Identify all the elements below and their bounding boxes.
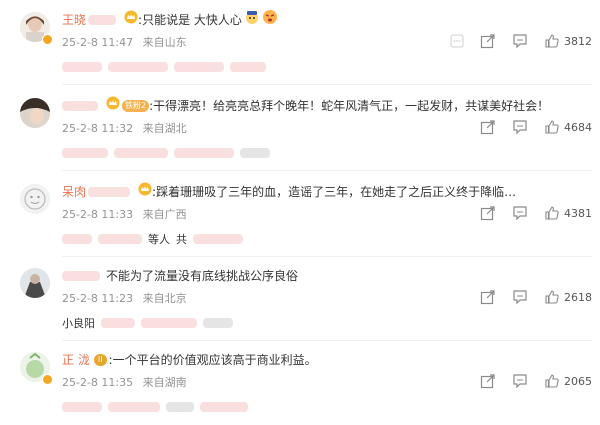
comment-item: 正 泷 II : 一个平台的价值观应该高于商业利益。 25-2-8 11:35 … bbox=[0, 340, 600, 425]
like-button[interactable]: 4684 bbox=[544, 119, 592, 135]
comment-item: 呆肉 : 踩着珊珊吸了三年的血，造谣了三年，在她走了之后正义终于降临… 25-2… bbox=[0, 172, 600, 257]
reply-summary[interactable] bbox=[62, 60, 272, 74]
avatar[interactable] bbox=[20, 98, 50, 128]
comment-date: 25-2-8 11:35 bbox=[62, 376, 134, 389]
comment-actions: 4684 bbox=[464, 118, 592, 136]
more-icon[interactable] bbox=[450, 34, 464, 48]
avatar[interactable] bbox=[20, 268, 50, 298]
share-icon[interactable] bbox=[480, 373, 496, 389]
comment-text: 一个平台的价值观应该高于商业利益。 bbox=[112, 353, 317, 367]
like-count: 4381 bbox=[564, 206, 592, 220]
comment-item: 不能为了流量没有底线挑战公序良俗 25-2-8 11:23 来自北京 2618 … bbox=[0, 256, 600, 341]
like-count: 2618 bbox=[564, 290, 592, 304]
like-count: 3812 bbox=[564, 34, 592, 48]
reply-summary[interactable] bbox=[62, 400, 254, 414]
comment-line: 铁粉2 : 干得漂亮！给亮亮总拜个晚年！蛇年风清气正，一起发财，共谋美好社会！ bbox=[62, 96, 549, 116]
comment-actions: 4381 bbox=[464, 204, 592, 222]
comment-meta: 25-2-8 11:47 来自山东 bbox=[62, 34, 187, 50]
avatar[interactable] bbox=[20, 184, 50, 214]
username-redacted bbox=[88, 187, 131, 197]
crown-icon bbox=[124, 10, 138, 30]
comment-icon[interactable] bbox=[512, 373, 528, 389]
comment-actions: 3812 bbox=[434, 32, 592, 50]
like-button[interactable]: 3812 bbox=[544, 33, 592, 49]
comment-text: 只能说是 大快人心 bbox=[142, 13, 242, 27]
username-redacted bbox=[88, 15, 117, 25]
comment-item: 王晓 : 只能说是 大快人心 25-2-8 11:47 来自山东 3812 bbox=[0, 0, 600, 85]
comment-date: 25-2-8 11:33 bbox=[62, 208, 134, 221]
comment-location: 来自湖南 bbox=[142, 376, 187, 389]
comment-line: 正 泷 II : 一个平台的价值观应该高于商业利益。 bbox=[62, 350, 317, 370]
username[interactable]: 呆肉 bbox=[62, 182, 86, 202]
crown-icon bbox=[106, 96, 120, 116]
comment-date: 25-2-8 11:47 bbox=[62, 36, 134, 49]
comment-meta: 25-2-8 11:32 来自湖北 bbox=[62, 120, 187, 136]
comment-icon[interactable] bbox=[512, 119, 528, 135]
comment-text: 干得漂亮！给亮亮总拜个晚年！蛇年风清气正，一起发财，共谋美好社会！ bbox=[153, 99, 550, 113]
comment-icon[interactable] bbox=[512, 205, 528, 221]
verified-badge-icon bbox=[42, 374, 53, 385]
like-button[interactable]: 2618 bbox=[544, 289, 592, 305]
thumb-up-icon bbox=[545, 34, 559, 48]
share-icon[interactable] bbox=[480, 205, 496, 221]
username-redacted bbox=[62, 271, 100, 281]
comment-icon[interactable] bbox=[512, 33, 528, 49]
crown-icon bbox=[138, 182, 152, 202]
comment-location: 来自广西 bbox=[142, 208, 187, 221]
thumb-up-icon bbox=[545, 374, 559, 388]
comment-item: 铁粉2 : 干得漂亮！给亮亮总拜个晚年！蛇年风清气正，一起发财，共谋美好社会！ … bbox=[0, 86, 600, 171]
comment-location: 来自北京 bbox=[142, 292, 187, 305]
comment-location: 来自山东 bbox=[142, 36, 187, 49]
username[interactable]: 正 泷 bbox=[62, 350, 90, 370]
level-badge: II bbox=[93, 354, 107, 366]
angry-emoji-icon bbox=[262, 9, 278, 31]
thumb-up-icon bbox=[545, 290, 559, 304]
like-count: 4684 bbox=[564, 120, 592, 134]
comment-line: 不能为了流量没有底线挑战公序良俗 bbox=[62, 266, 298, 286]
comment-actions: 2618 bbox=[464, 288, 592, 306]
reply-summary[interactable] bbox=[62, 146, 276, 160]
reply-summary[interactable]: 小良阳 bbox=[62, 316, 239, 330]
thumb-up-icon bbox=[545, 120, 559, 134]
like-button[interactable]: 4381 bbox=[544, 205, 592, 221]
comment-line: 呆肉 : 踩着珊珊吸了三年的血，造谣了三年，在她走了之后正义终于降临… bbox=[62, 182, 516, 202]
comment-meta: 25-2-8 11:35 来自湖南 bbox=[62, 374, 187, 390]
like-button[interactable]: 2065 bbox=[544, 373, 592, 389]
share-icon[interactable] bbox=[480, 33, 496, 49]
share-icon[interactable] bbox=[480, 289, 496, 305]
verified-badge-icon bbox=[42, 34, 53, 45]
username-redacted bbox=[62, 101, 98, 111]
reply-text: 共 bbox=[176, 233, 187, 246]
comment-date: 25-2-8 11:32 bbox=[62, 122, 134, 135]
comment-location: 来自湖北 bbox=[142, 122, 187, 135]
comment-text: 不能为了流量没有底线挑战公序良俗 bbox=[106, 269, 299, 283]
comment-line: 王晓 : 只能说是 大快人心 bbox=[62, 10, 278, 30]
comment-date: 25-2-8 11:23 bbox=[62, 292, 134, 305]
thumb-up-icon bbox=[545, 206, 559, 220]
comment-icon[interactable] bbox=[512, 289, 528, 305]
like-count: 2065 bbox=[564, 374, 592, 388]
username[interactable]: 王晓 bbox=[62, 10, 86, 30]
share-icon[interactable] bbox=[480, 119, 496, 135]
reply-text: 小良阳 bbox=[62, 317, 95, 330]
comment-meta: 25-2-8 11:23 来自北京 bbox=[62, 290, 187, 306]
comment-meta: 25-2-8 11:33 来自广西 bbox=[62, 206, 187, 222]
comment-actions: 2065 bbox=[464, 372, 592, 390]
fan-badge: 铁粉2 bbox=[122, 100, 150, 112]
police-emoji-icon bbox=[244, 9, 260, 31]
comment-text: 踩着珊珊吸了三年的血，造谣了三年，在她走了之后正义终于降临… bbox=[156, 185, 517, 199]
reply-summary[interactable]: 等人 共 bbox=[62, 232, 249, 246]
reply-text: 等人 bbox=[148, 233, 170, 246]
